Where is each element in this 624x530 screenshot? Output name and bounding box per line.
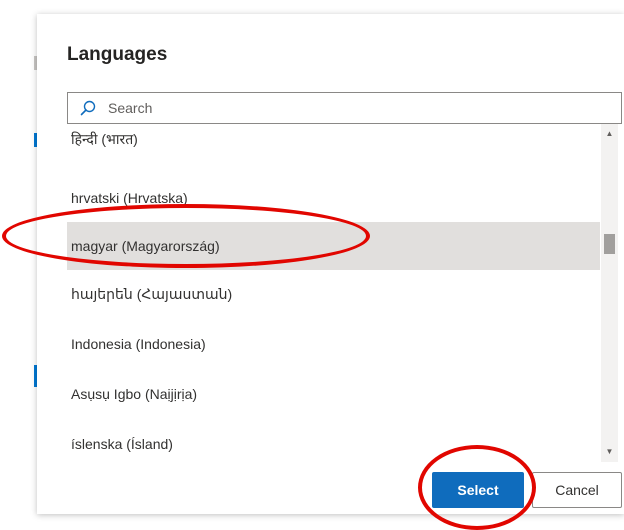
list-item-label: हिन्दी (भारत) <box>71 131 138 147</box>
list-item[interactable]: հայերեն (Հայաստան) <box>67 270 600 318</box>
list-item[interactable]: Asụsụ Igbo (Naịjịrịa) <box>67 370 600 418</box>
list-item-label: íslenska (Ísland) <box>71 436 173 452</box>
list-item[interactable]: hrvatski (Hrvatska) <box>67 174 600 222</box>
list-item-label: Indonesia (Indonesia) <box>71 336 206 352</box>
scroll-thumb[interactable] <box>604 234 615 254</box>
list-item-label: հայերեն (Հայաստան) <box>71 285 233 302</box>
language-list[interactable]: हिन्दी (भारत) hrvatski (Hrvatska) magyar… <box>67 124 622 462</box>
list-item[interactable]: íslenska (Ísland) <box>67 420 600 462</box>
dialog-title: Languages <box>67 44 168 65</box>
search-box[interactable] <box>67 92 622 124</box>
chevron-up-icon[interactable]: ▲ <box>601 126 618 142</box>
list-item-label: hrvatski (Hrvatska) <box>71 190 188 206</box>
search-input[interactable] <box>108 98 608 118</box>
list-item[interactable]: हिन्दी (भारत) <box>67 124 600 154</box>
list-item[interactable]: Indonesia (Indonesia) <box>67 320 600 368</box>
list-item-selected[interactable]: magyar (Magyarország) <box>67 222 600 270</box>
list-item-label: magyar (Magyarország) <box>71 238 220 254</box>
cancel-button[interactable]: Cancel <box>532 472 622 508</box>
select-button[interactable]: Select <box>432 472 524 508</box>
languages-dialog: Languages हिन्दी (भारत) hrvatski (Hrvats… <box>37 14 624 514</box>
scrollbar[interactable]: ▲ ▼ <box>601 124 618 462</box>
search-icon <box>80 100 96 116</box>
list-item-label: Asụsụ Igbo (Naịjịrịa) <box>71 386 198 402</box>
chevron-down-icon[interactable]: ▼ <box>601 444 618 460</box>
